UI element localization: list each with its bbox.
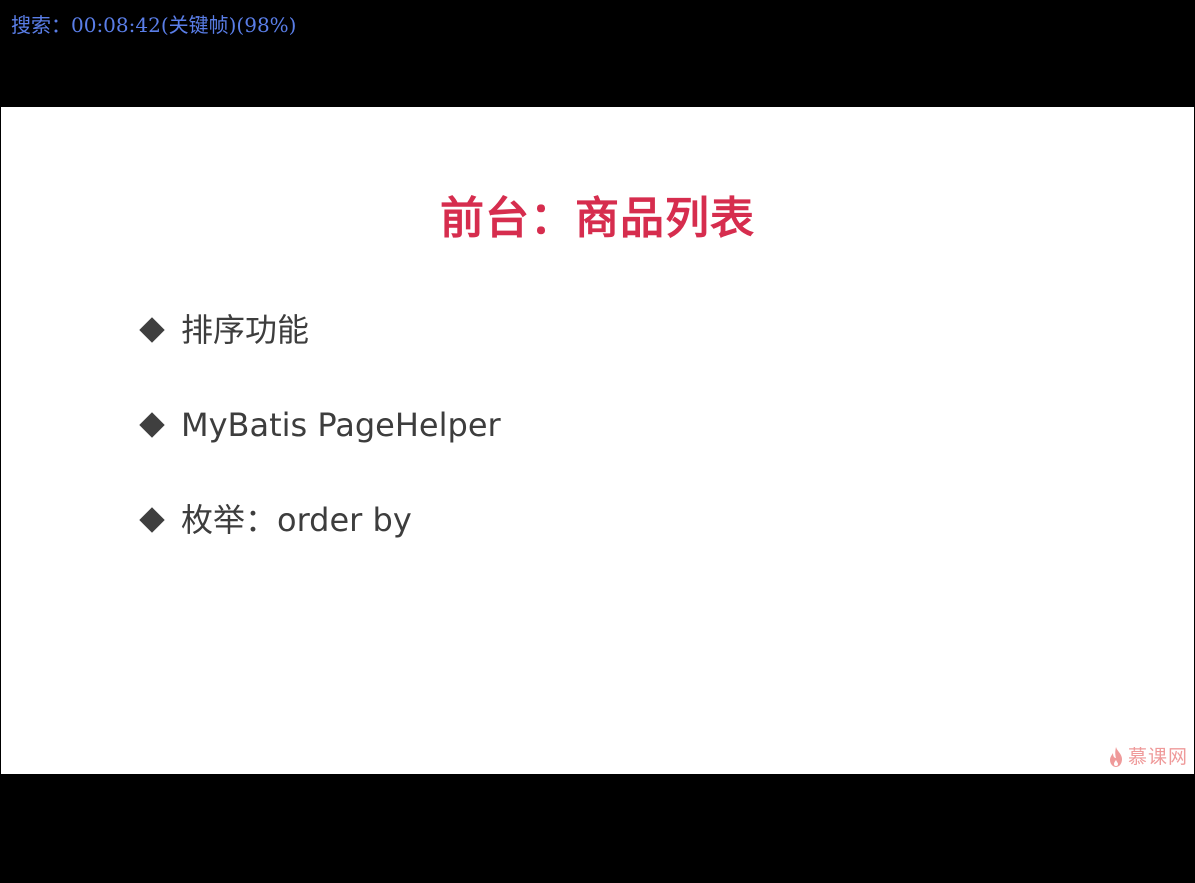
video-frame: 搜索：00:08:42(关键帧)(98%) 前台：商品列表 排序功能 MyBat…	[0, 0, 1195, 883]
presentation-slide: 前台：商品列表 排序功能 MyBatis PageHelper 枚举：order…	[1, 107, 1194, 774]
slide-title: 前台：商品列表	[440, 193, 755, 244]
search-timestamp-overlay: 搜索：00:08:42(关键帧)(98%)	[11, 13, 297, 37]
bullet-item: 枚举：order by	[139, 496, 1039, 544]
bullet-text: 枚举：order by	[181, 501, 412, 539]
bullet-text: 排序功能	[181, 311, 310, 349]
diamond-bullet-icon	[139, 317, 165, 343]
diamond-bullet-icon	[139, 412, 165, 438]
bullet-item: MyBatis PageHelper	[139, 401, 1039, 449]
bullet-text: MyBatis PageHelper	[181, 406, 501, 444]
logo-text: 慕课网	[1127, 746, 1188, 768]
bullet-list: 排序功能 MyBatis PageHelper 枚举：order by	[139, 306, 1039, 591]
flame-icon	[1109, 747, 1122, 767]
imooc-logo: 慕课网	[1107, 744, 1188, 770]
bullet-item: 排序功能	[139, 306, 1039, 354]
diamond-bullet-icon	[139, 507, 165, 533]
